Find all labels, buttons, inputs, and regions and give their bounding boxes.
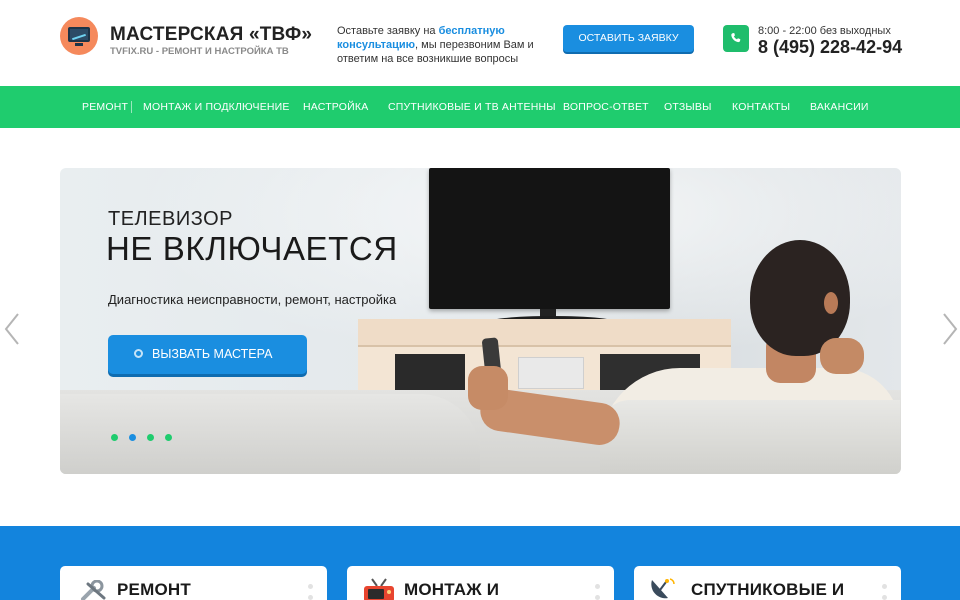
phone-icon[interactable] — [723, 25, 749, 52]
target-icon — [134, 349, 143, 358]
logo-tv-shape — [68, 27, 90, 42]
nav-item-setup[interactable]: НАСТРОЙКА — [303, 86, 368, 128]
slider-dot-3[interactable] — [147, 434, 154, 441]
brand-name[interactable]: МАСТЕРСКАЯ «ТВФ» — [110, 24, 312, 46]
main-nav: РЕМОНТ МОНТАЖ И ПОДКЛЮЧЕНИЕ НАСТРОЙКА СП… — [0, 86, 960, 128]
working-hours: 8:00 - 22:00 без выходных — [758, 25, 891, 37]
nav-item-repair[interactable]: РЕМОНТ — [82, 86, 128, 128]
brand-tagline: TVFIX.RU - РЕМОНТ И НАСТРОЙКА ТВ — [110, 46, 289, 57]
phone-glyph — [731, 33, 741, 43]
page: МАСТЕРСКАЯ «ТВФ» TVFIX.RU - РЕМОНТ И НАС… — [0, 0, 960, 600]
tv-illustration — [429, 168, 670, 309]
card-dots-decoration — [308, 584, 314, 600]
site-header: МАСТЕРСКАЯ «ТВФ» TVFIX.RU - РЕМОНТ И НАС… — [0, 0, 960, 86]
satellite-dish-icon — [651, 578, 675, 599]
logo-tv-stand — [75, 43, 83, 46]
slider-prev-arrow-icon[interactable] — [2, 310, 24, 348]
nav-item-installation[interactable]: МОНТАЖ И ПОДКЛЮЧЕНИЕ — [143, 86, 290, 128]
service-card-title: РЕМОНТ — [117, 580, 191, 599]
slider-dot-4[interactable] — [165, 434, 172, 441]
nav-item-antennas[interactable]: СПУТНИКОВЫЕ И ТВ АНТЕННЫ — [388, 86, 556, 128]
call-master-button[interactable]: ВЫЗВАТЬ МАСТЕРА — [108, 335, 307, 374]
hero-subtitle: Диагностика неисправности, ремонт, настр… — [108, 292, 397, 307]
card-dots-decoration — [882, 584, 888, 600]
card-dots-decoration — [595, 584, 601, 600]
hero-title: НЕ ВКЛЮЧАЕТСЯ — [106, 230, 398, 267]
callback-text: Оставьте заявку на бесплатную консультац… — [337, 24, 537, 66]
nav-item-reviews[interactable]: ОТЗЫВЫ — [664, 86, 712, 128]
nav-item-contacts[interactable]: КОНТАКТЫ — [732, 86, 790, 128]
hero-eyebrow: ТЕЛЕВИЗОР — [108, 208, 233, 230]
tools-icon — [81, 580, 106, 600]
slider-dot-1[interactable] — [111, 434, 118, 441]
nav-item-faq[interactable]: ВОПРОС-ОТВЕТ — [563, 86, 649, 128]
leave-request-button[interactable]: ОСТАВИТЬ ЗАЯВКУ — [563, 25, 694, 52]
call-master-label: ВЫЗВАТЬ МАСТЕРА — [152, 347, 273, 361]
service-card-title: МОНТАЖ И — [404, 580, 500, 599]
slider-next-arrow-icon[interactable] — [938, 310, 960, 348]
logo-icon[interactable] — [60, 17, 98, 55]
nav-divider — [131, 101, 132, 113]
service-card-title: СПУТНИКОВЫЕ И — [691, 580, 845, 599]
slider-dot-2[interactable] — [129, 434, 136, 441]
tv-icon — [364, 578, 394, 600]
phone-number[interactable]: 8 (495) 228-42-94 — [758, 37, 902, 58]
callback-text-pre: Оставьте заявку на — [337, 25, 439, 37]
nav-item-vacancies[interactable]: ВАКАНСИИ — [810, 86, 869, 128]
